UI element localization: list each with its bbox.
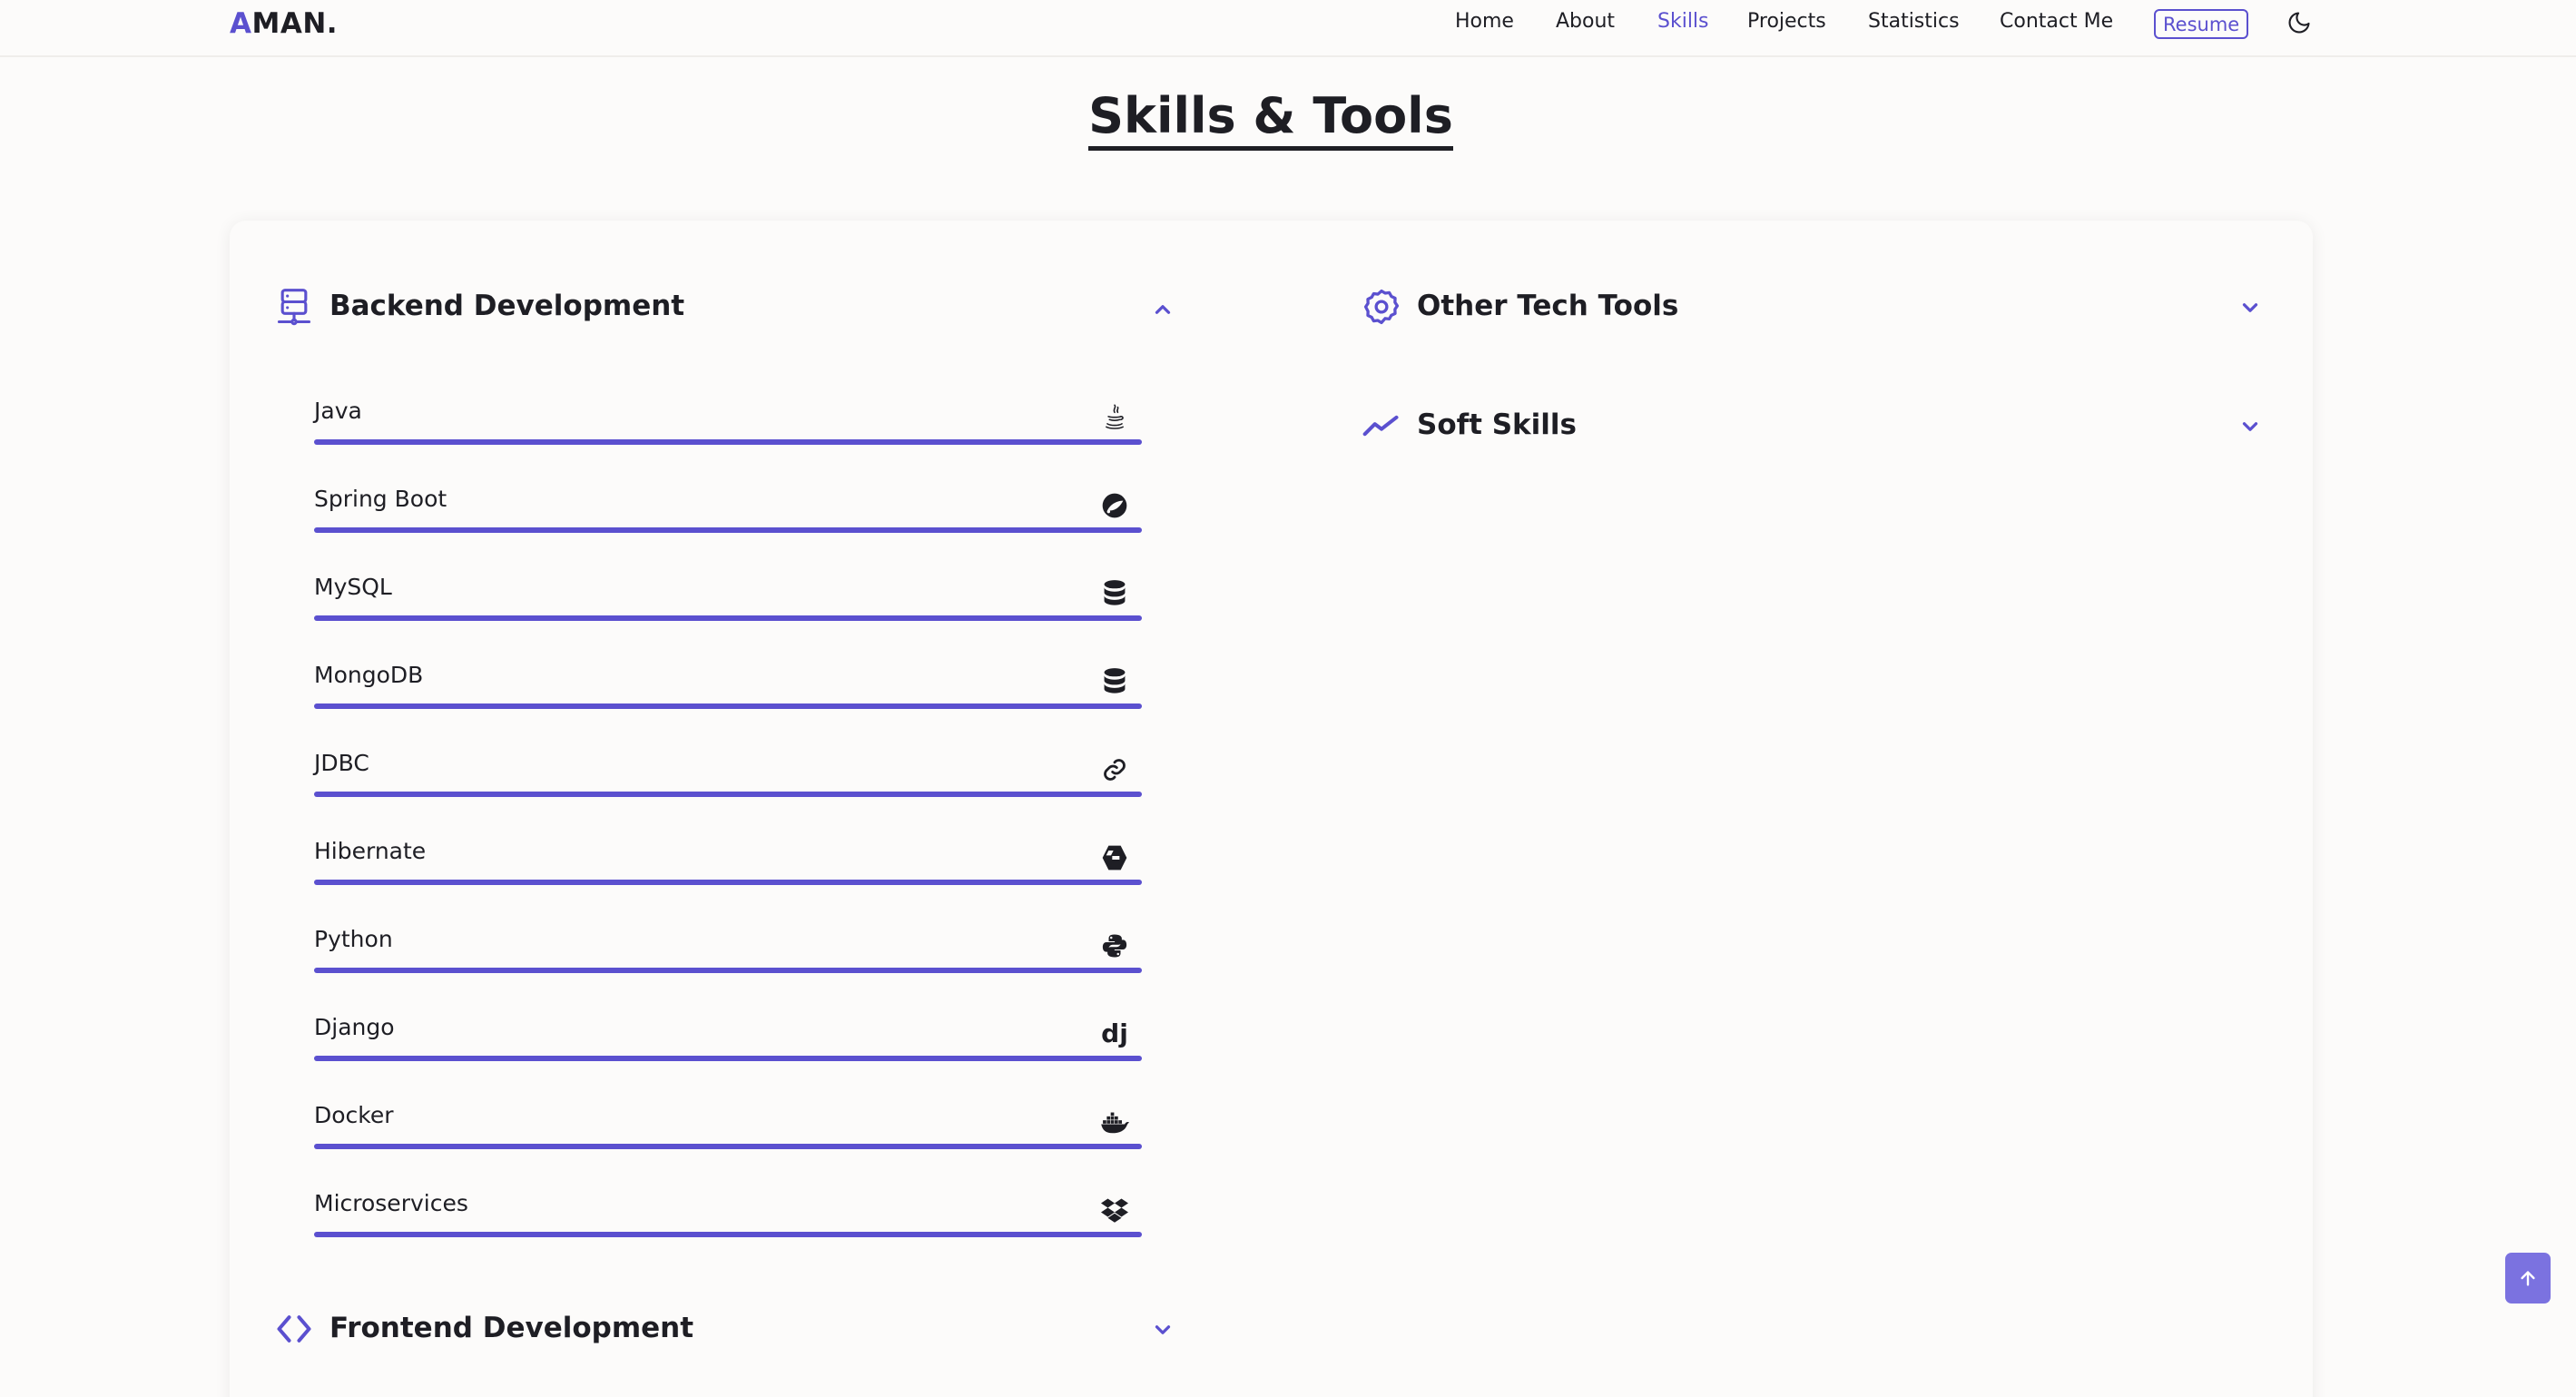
skill-bar (314, 1144, 1142, 1149)
nav-link-about[interactable]: About (1556, 10, 1615, 33)
skill-name: MySQL (314, 574, 392, 600)
chevron-down-icon[interactable] (2238, 296, 2262, 320)
skill-bar-fill (314, 1144, 1142, 1149)
skill-name: Django (314, 1014, 395, 1040)
skill-bar-fill (314, 1056, 1142, 1061)
skill-name: Hibernate (314, 838, 427, 864)
category-backend-header[interactable]: Backend Development (274, 287, 1175, 332)
skill-row: Python (314, 926, 1142, 1014)
category-title: Backend Development (329, 290, 685, 322)
skill-bar-fill (314, 1232, 1142, 1237)
page-scrollbar[interactable] (2569, 0, 2576, 1397)
skill-bar (314, 1232, 1142, 1237)
skill-bar-fill (314, 792, 1142, 797)
gear-icon (1362, 287, 1401, 327)
skill-row: Microservices (314, 1190, 1142, 1278)
skill-row: Java (314, 398, 1142, 486)
skill-bar (314, 968, 1142, 973)
skill-bar (314, 792, 1142, 797)
skill-bar-fill (314, 439, 1142, 445)
skill-bar-fill (314, 880, 1142, 885)
docker-icon (1100, 1107, 1129, 1136)
django-glyph: dj (1101, 1018, 1128, 1048)
server-icon (274, 287, 314, 327)
navbar: AMAN. Home About Skills Projects Statist… (0, 0, 2576, 57)
arrow-up-icon (2521, 1271, 2535, 1286)
chevron-down-icon[interactable] (2238, 415, 2262, 438)
logo-accent: A (230, 7, 252, 40)
resume-button[interactable]: Resume (2154, 9, 2249, 39)
nav-link-home[interactable]: Home (1455, 10, 1514, 33)
skill-name: JDBC (314, 750, 369, 776)
skill-name: Microservices (314, 1190, 468, 1216)
trend-line-icon (1362, 406, 1401, 446)
skill-bar (314, 527, 1142, 533)
page: AMAN. Home About Skills Projects Statist… (0, 0, 2576, 1397)
python-icon (1100, 931, 1129, 960)
skill-name: Docker (314, 1102, 394, 1128)
skill-bar (314, 880, 1142, 885)
database-icon (1100, 667, 1129, 696)
skill-name: Python (314, 926, 393, 952)
skill-row: Hibernate (314, 838, 1142, 926)
logo[interactable]: AMAN. (230, 7, 338, 40)
skill-row: MongoDB (314, 662, 1142, 750)
spring-icon (1100, 491, 1129, 520)
code-brackets-icon (274, 1309, 314, 1349)
logo-text: MAN. (251, 7, 339, 40)
moon-icon[interactable] (2286, 10, 2312, 35)
category-title: Other Tech Tools (1417, 290, 1679, 322)
skill-name: Java (314, 398, 362, 424)
hibernate-icon (1100, 843, 1129, 872)
skill-bar-fill (314, 703, 1142, 709)
skill-row: JDBC (314, 750, 1142, 838)
java-icon (1100, 403, 1129, 432)
category-soft-skills-header[interactable]: Soft Skills (1362, 406, 2262, 451)
link-icon (1100, 755, 1129, 784)
dropbox-icon (1100, 1195, 1129, 1225)
category-title: Soft Skills (1417, 408, 1577, 441)
category-frontend-header[interactable]: Frontend Development (274, 1309, 1175, 1354)
skill-bar (314, 1056, 1142, 1061)
django-icon: dj (1100, 1019, 1129, 1048)
skill-name: MongoDB (314, 662, 424, 688)
skill-row: Django dj (314, 1014, 1142, 1102)
skill-bar (314, 615, 1142, 621)
skill-bar (314, 439, 1142, 445)
section-title: Skills & Tools (0, 86, 2542, 151)
skill-row: Spring Boot (314, 486, 1142, 574)
nav-link-skills[interactable]: Skills (1657, 10, 1709, 33)
scroll-top-button[interactable] (2505, 1253, 2551, 1304)
chevron-up-icon[interactable] (1151, 298, 1175, 321)
skill-bar-fill (314, 615, 1142, 621)
skill-row: Docker (314, 1102, 1142, 1190)
database-icon (1100, 579, 1129, 608)
category-title: Frontend Development (329, 1312, 694, 1344)
category-other-tools-header[interactable]: Other Tech Tools (1362, 287, 2262, 332)
skill-bar-fill (314, 968, 1142, 973)
skill-name: Spring Boot (314, 486, 447, 512)
chevron-down-icon[interactable] (1151, 1318, 1175, 1342)
section-title-text: Skills & Tools (1088, 86, 1453, 151)
nav-link-statistics[interactable]: Statistics (1868, 10, 1960, 33)
nav-link-projects[interactable]: Projects (1747, 10, 1826, 33)
skill-bar-fill (314, 527, 1142, 533)
nav-link-contact[interactable]: Contact Me (2000, 10, 2113, 33)
skill-bar (314, 703, 1142, 709)
skill-row: MySQL (314, 574, 1142, 662)
